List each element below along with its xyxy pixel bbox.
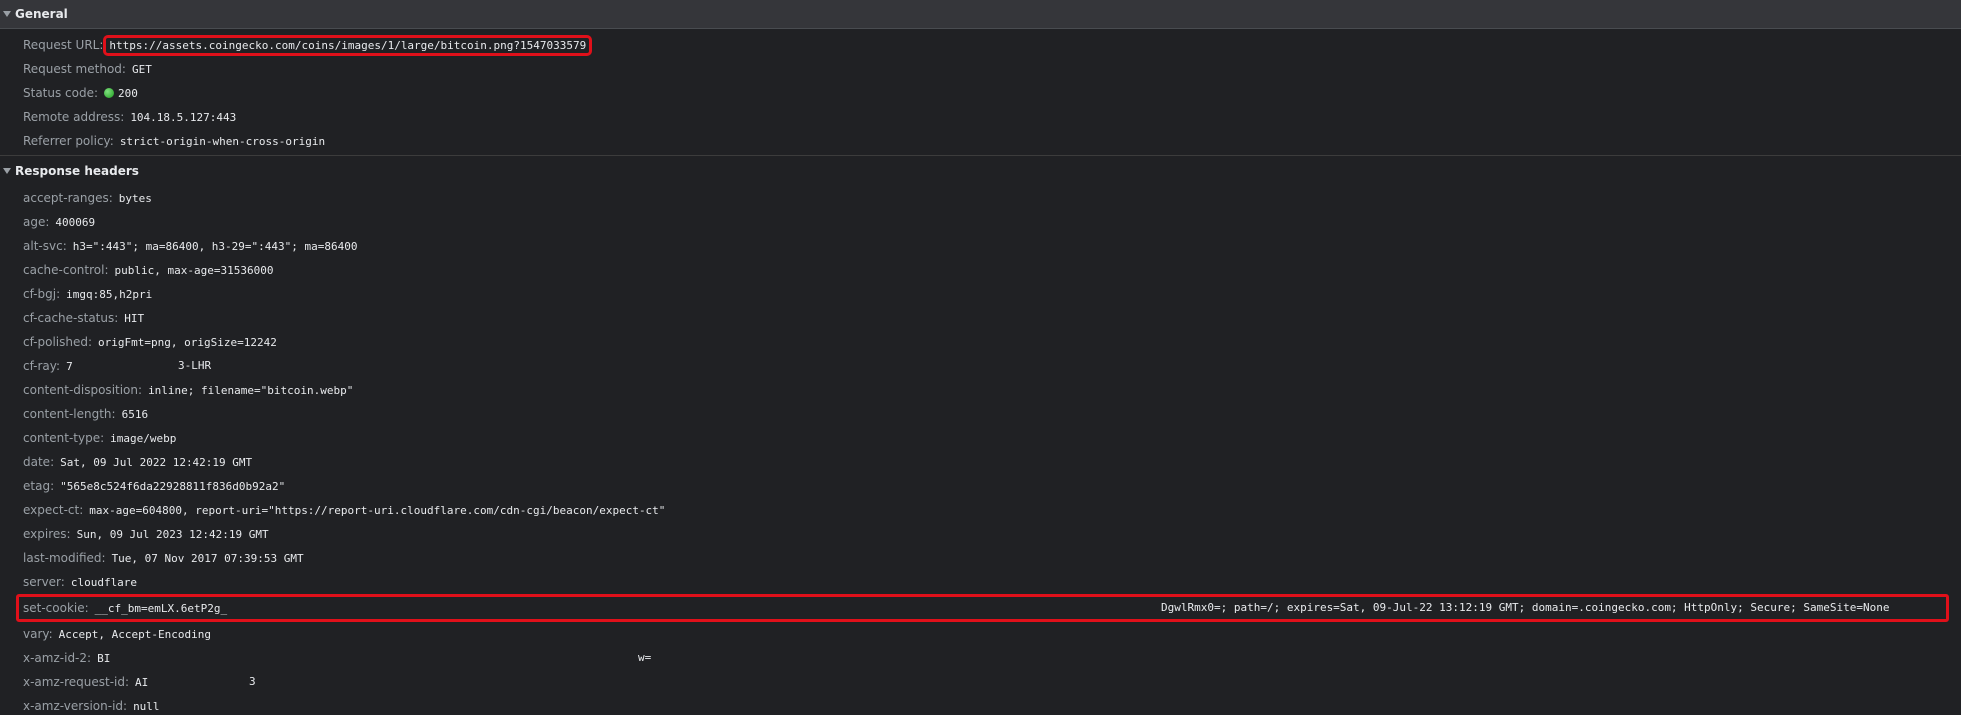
header-key: content-type — [23, 431, 104, 445]
header-value[interactable]: BI — [97, 652, 110, 665]
header-row-server: server cloudflare — [0, 570, 1961, 594]
header-value-tail[interactable]: w= — [638, 646, 651, 670]
response-headers-section: Response headers accept-ranges bytes age 4… — [0, 155, 1961, 715]
remote-address-row: Remote address 104.18.5.127:443 — [0, 105, 1961, 129]
remote-address-label: Remote address — [23, 110, 124, 124]
status-code-label: Status code — [23, 86, 98, 100]
header-row-cf-bgj: cf-bgj imgq:85,h2pri — [0, 282, 1961, 306]
header-key: age — [23, 215, 49, 229]
header-value[interactable]: origFmt=png, origSize=12242 — [98, 336, 277, 349]
general-section-title: General — [15, 7, 68, 21]
header-value[interactable]: "565e8c524f6da22928811f836d0b92a2" — [60, 480, 285, 493]
response-headers-section-header[interactable]: Response headers — [0, 155, 1961, 186]
referrer-policy-row: Referrer policy strict-origin-when-cross-… — [0, 129, 1961, 153]
header-value[interactable]: Sat, 09 Jul 2022 12:42:19 GMT — [60, 456, 252, 469]
header-value[interactable]: Accept, Accept-Encoding — [59, 628, 211, 641]
header-key: cf-cache-status — [23, 311, 118, 325]
header-value[interactable]: image/webp — [110, 432, 176, 445]
referrer-policy-label: Referrer policy — [23, 134, 114, 148]
header-key: accept-ranges — [23, 191, 113, 205]
header-key: vary — [23, 627, 53, 641]
header-value[interactable]: cloudflare — [71, 576, 137, 589]
header-key: alt-svc — [23, 239, 67, 253]
header-key: content-disposition — [23, 383, 142, 397]
header-value[interactable]: inline; filename="bitcoin.webp" — [148, 384, 353, 397]
referrer-policy-value[interactable]: strict-origin-when-cross-origin — [120, 135, 325, 148]
header-value[interactable]: max-age=604800, report-uri="https://repo… — [89, 504, 665, 517]
header-row-cache-control: cache-control public, max-age=31536000 — [0, 258, 1961, 282]
header-row-last-modified: last-modified Tue, 07 Nov 2017 07:39:53 G… — [0, 546, 1961, 570]
header-row-x-amz-version-id: x-amz-version-id null — [0, 694, 1961, 715]
header-row-x-amz-request-id: x-amz-request-id AI 3 — [0, 670, 1961, 694]
header-key: expect-ct — [23, 503, 83, 517]
status-ok-dot-icon — [104, 88, 115, 98]
header-value[interactable]: null — [133, 700, 160, 713]
header-row-cf-ray: cf-ray 7 3-LHR — [0, 354, 1961, 378]
header-key: x-amz-version-id — [23, 699, 127, 713]
header-row-content-type: content-type image/webp — [0, 426, 1961, 450]
header-row-expires: expires Sun, 09 Jul 2023 12:42:19 GMT — [0, 522, 1961, 546]
header-key: cf-ray — [23, 359, 60, 373]
header-row-age: age 400069 — [0, 210, 1961, 234]
header-key: content-length — [23, 407, 116, 421]
header-key: set-cookie — [23, 601, 89, 615]
header-value[interactable]: Tue, 07 Nov 2017 07:39:53 GMT — [112, 552, 304, 565]
header-key: cache-control — [23, 263, 109, 277]
header-value[interactable]: bytes — [119, 192, 152, 205]
request-method-row: Request method GET — [0, 57, 1961, 81]
header-value[interactable]: HIT — [124, 312, 144, 325]
header-row-cf-cache-status: cf-cache-status HIT — [0, 306, 1961, 330]
header-row-vary: vary Accept, Accept-Encoding — [0, 622, 1961, 646]
header-row-date: date Sat, 09 Jul 2022 12:42:19 GMT — [0, 450, 1961, 474]
header-row-set-cookie: set-cookie __cf_bm=emLX.6etP2g_ DgwlRmx0=;… — [16, 594, 1949, 622]
header-value[interactable]: __cf_bm=emLX.6etP2g_ — [95, 602, 227, 615]
general-section: General Request URLhttps://assets.coinge… — [0, 0, 1961, 153]
response-headers-list: accept-ranges bytes age 400069 alt-svc h3="… — [0, 186, 1961, 715]
header-row-expect-ct: expect-ct max-age=604800, report-uri="htt… — [0, 498, 1961, 522]
header-value-tail[interactable]: 3 — [249, 670, 256, 694]
general-section-header[interactable]: General — [0, 0, 1961, 29]
header-value-tail[interactable]: 3-LHR — [178, 354, 211, 378]
header-value[interactable]: h3=":443"; ma=86400, h3-29=":443"; ma=86… — [73, 240, 358, 253]
header-value[interactable]: public, max-age=31536000 — [115, 264, 274, 277]
header-key: date — [23, 455, 54, 469]
request-url-label: Request URL — [23, 38, 103, 52]
request-url-row: Request URLhttps://assets.coingecko.com/… — [0, 33, 1961, 57]
expand-triangle-icon — [3, 11, 11, 17]
header-row-x-amz-id-2: x-amz-id-2 BI w= — [0, 646, 1961, 670]
header-row-content-length: content-length 6516 — [0, 402, 1961, 426]
header-row-content-disposition: content-disposition inline; filename="bit… — [0, 378, 1961, 402]
header-value[interactable]: AI — [135, 676, 148, 689]
header-value-tail[interactable]: DgwlRmx0=; path=/; expires=Sat, 09-Jul-2… — [1161, 597, 1889, 619]
header-row-accept-ranges: accept-ranges bytes — [0, 186, 1961, 210]
header-value[interactable]: 7 — [66, 360, 73, 373]
header-key: cf-polished — [23, 335, 92, 349]
header-key: cf-bgj — [23, 287, 60, 301]
expand-triangle-icon — [3, 168, 11, 174]
header-value[interactable]: 400069 — [55, 216, 95, 229]
header-key: server — [23, 575, 65, 589]
remote-address-value[interactable]: 104.18.5.127:443 — [130, 111, 236, 124]
header-value[interactable]: Sun, 09 Jul 2023 12:42:19 GMT — [77, 528, 269, 541]
status-code-row: Status code 200 — [0, 81, 1961, 105]
header-key: etag — [23, 479, 54, 493]
header-value[interactable]: imgq:85,h2pri — [66, 288, 152, 301]
header-row-etag: etag "565e8c524f6da22928811f836d0b92a2" — [0, 474, 1961, 498]
header-key: x-amz-id-2 — [23, 651, 91, 665]
request-url-value[interactable]: https://assets.coingecko.com/coins/image… — [103, 35, 593, 56]
header-row-cf-polished: cf-polished origFmt=png, origSize=12242 — [0, 330, 1961, 354]
header-row-alt-svc: alt-svc h3=":443"; ma=86400, h3-29=":443"… — [0, 234, 1961, 258]
response-headers-section-title: Response headers — [15, 164, 139, 178]
status-code-value[interactable]: 200 — [118, 87, 138, 100]
header-key: last-modified — [23, 551, 106, 565]
header-key: x-amz-request-id — [23, 675, 129, 689]
request-method-value[interactable]: GET — [132, 63, 152, 76]
header-value[interactable]: 6516 — [122, 408, 149, 421]
header-key: expires — [23, 527, 71, 541]
request-method-label: Request method — [23, 62, 126, 76]
